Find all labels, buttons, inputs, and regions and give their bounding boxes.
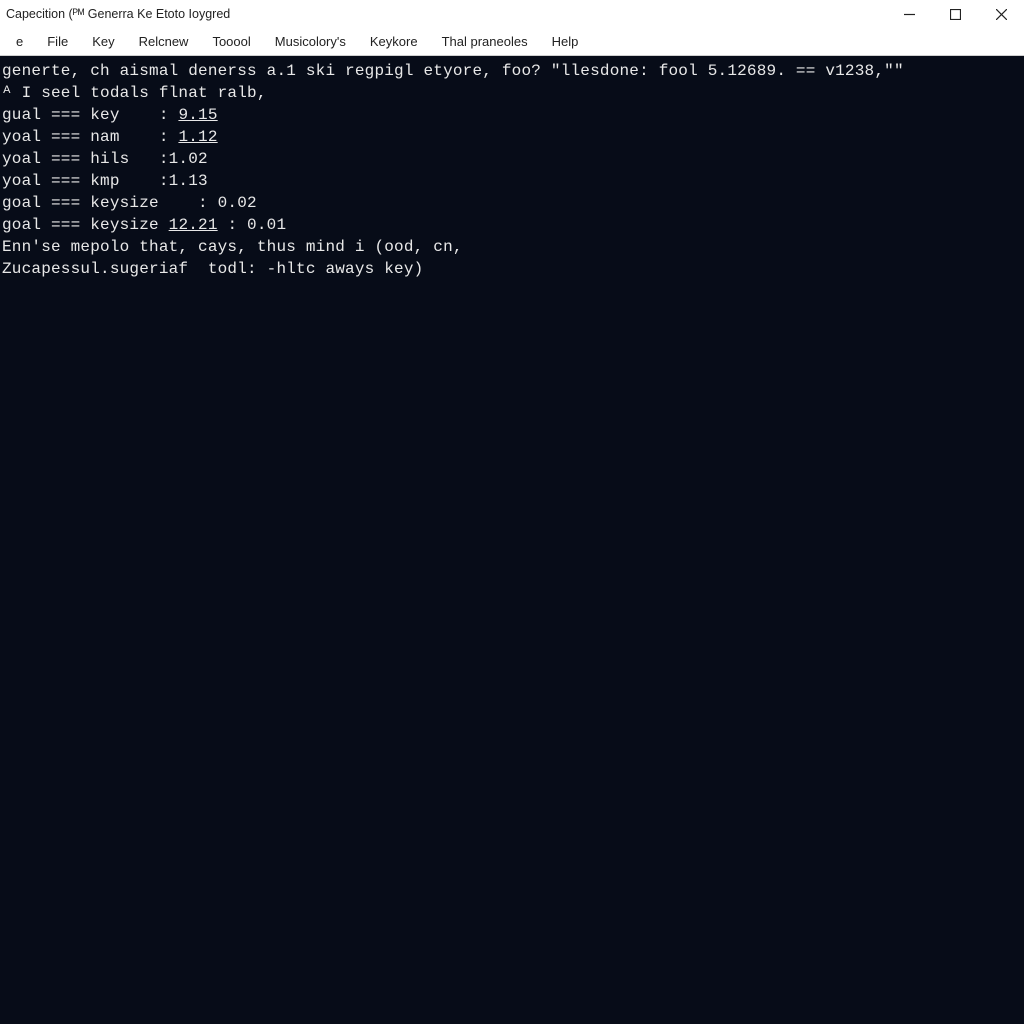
terminal-line: goal === keysize : 0.02 (2, 192, 1022, 214)
terminal-line: ᴬ I seel todals flnat ralb, (2, 82, 1022, 104)
menu-item-musicolory[interactable]: Musicolory's (263, 30, 358, 53)
terminal-line: goal === keysize 12.21 : 0.01 (2, 214, 1022, 236)
terminal-line: generte, ch aismal denerss a.1 ski regpi… (2, 60, 1022, 82)
menu-item-keykore[interactable]: Keykore (358, 30, 430, 53)
window-controls (886, 0, 1024, 28)
maximize-icon (950, 9, 961, 20)
terminal-line: yoal === kmp :1.13 (2, 170, 1022, 192)
menu-item-tooool[interactable]: Tooool (200, 30, 262, 53)
window-titlebar: Capecition (ᴾᴹ Generra Ke Etoto Ioygred (0, 0, 1024, 28)
close-button[interactable] (978, 0, 1024, 28)
menu-item-help[interactable]: Help (540, 30, 591, 53)
terminal-line: gual === key : 9.15 (2, 104, 1022, 126)
menu-bar: e File Key Relcnew Tooool Musicolory's K… (0, 28, 1024, 56)
terminal-line: Zucapessul.sugeriaf todl: -hltc aways ke… (2, 258, 1022, 280)
terminal-line: yoal === nam : 1.12 (2, 126, 1022, 148)
menu-item-file[interactable]: File (35, 30, 80, 53)
terminal-output[interactable]: generte, ch aismal denerss a.1 ski regpi… (0, 56, 1024, 1024)
menu-item-thal-praneoles[interactable]: Thal praneoles (430, 30, 540, 53)
terminal-line: Enn'se mepolo that, cays, thus mind i (o… (2, 236, 1022, 258)
terminal-line: yoal === hils :1.02 (2, 148, 1022, 170)
menu-item-key[interactable]: Key (80, 30, 126, 53)
window-title: Capecition (ᴾᴹ Generra Ke Etoto Ioygred (6, 7, 230, 21)
menu-item-relcnew[interactable]: Relcnew (127, 30, 201, 53)
minimize-button[interactable] (886, 0, 932, 28)
maximize-button[interactable] (932, 0, 978, 28)
close-icon (996, 9, 1007, 20)
minimize-icon (904, 9, 915, 20)
menu-item-e[interactable]: e (4, 30, 35, 53)
